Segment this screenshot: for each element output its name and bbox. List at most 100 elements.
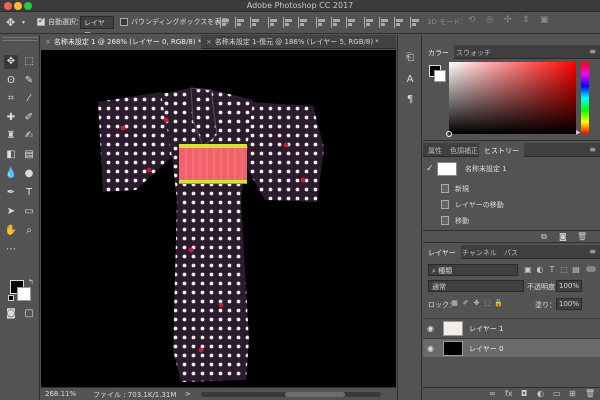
- auto-select-dropdown[interactable]: レイヤー: [80, 16, 114, 37]
- clone-stamp-tool-icon[interactable]: ♜: [4, 129, 18, 143]
- filter-shape-icon[interactable]: ⬚: [559, 265, 569, 275]
- distribute-top-icon[interactable]: [316, 17, 326, 28]
- lock-transparent-icon[interactable]: ▦: [450, 299, 459, 308]
- tab-properties[interactable]: 属性: [423, 143, 447, 157]
- color-spectrum-field[interactable]: [449, 62, 576, 134]
- blur-tool-icon[interactable]: 💧: [4, 167, 18, 181]
- delete-layer-icon[interactable]: 🗑: [585, 389, 595, 398]
- history-item[interactable]: レイヤーの移動: [423, 197, 600, 213]
- history-item[interactable]: 移動: [423, 213, 600, 229]
- paragraph-panel-icon[interactable]: ¶: [403, 93, 417, 107]
- quick-select-tool-icon[interactable]: ✎: [22, 74, 36, 88]
- 3d-orbit-icon[interactable]: ⟲: [468, 15, 476, 25]
- close-tab-icon[interactable]: ×: [45, 38, 51, 46]
- lock-position-icon[interactable]: ✥: [472, 299, 481, 308]
- new-group-icon[interactable]: ▭: [553, 389, 561, 398]
- opacity-field[interactable]: 100%: [556, 280, 582, 292]
- auto-select-checkbox[interactable]: [37, 16, 45, 26]
- panel-background-swatch[interactable]: [434, 70, 446, 82]
- tab-document-1[interactable]: × 名称未設定 1 @ 268% (レイヤー 0, RGB/8) *: [41, 35, 201, 49]
- align-top-icon[interactable]: [220, 17, 230, 28]
- history-source-brush-icon[interactable]: ✓: [426, 164, 434, 174]
- layer-name[interactable]: レイヤー 1: [469, 324, 503, 334]
- filter-adjustment-icon[interactable]: ◐: [535, 265, 545, 275]
- tab-adjustments[interactable]: 色調補正: [445, 143, 483, 157]
- screen-mode-icon[interactable]: ▢: [22, 307, 36, 321]
- toolbar-grip[interactable]: [2, 37, 38, 41]
- hue-slider-pointer-icon[interactable]: ▶: [576, 129, 581, 136]
- new-document-from-state-icon[interactable]: ⧉: [541, 232, 547, 242]
- close-tab-icon[interactable]: ×: [206, 38, 212, 46]
- 3d-pan-icon[interactable]: ✣: [504, 15, 512, 25]
- color-picker-cursor[interactable]: [446, 131, 452, 137]
- new-layer-icon[interactable]: ⊞: [569, 389, 576, 398]
- move-tool-icon[interactable]: ✥: [4, 55, 18, 69]
- distribute-hcenter-icon[interactable]: [379, 17, 389, 28]
- align-left-icon[interactable]: [268, 17, 278, 28]
- tab-document-2[interactable]: × 名称未設定 1-復元 @ 186% (レイヤー 5, RGB/8) *: [202, 35, 396, 49]
- character-panel-icon[interactable]: A: [403, 73, 417, 87]
- zoom-tool-icon[interactable]: ⌕: [22, 224, 36, 238]
- history-panel-icon[interactable]: ⎗: [403, 51, 417, 65]
- horizontal-scrollbar[interactable]: [201, 392, 381, 397]
- new-adjustment-layer-icon[interactable]: ◐: [537, 389, 544, 398]
- bounding-box-checkbox[interactable]: [120, 18, 128, 26]
- eraser-tool-icon[interactable]: ◧: [4, 148, 18, 162]
- panel-menu-icon[interactable]: ≡: [589, 247, 596, 256]
- rectangle-tool-icon[interactable]: ▭: [22, 205, 36, 219]
- default-colors-icon[interactable]: [8, 295, 14, 301]
- align-vcenter-icon[interactable]: [235, 17, 245, 28]
- brush-tool-icon[interactable]: ✐: [22, 111, 36, 125]
- type-tool-icon[interactable]: T: [22, 186, 36, 200]
- quick-mask-icon[interactable]: ◙: [4, 307, 18, 321]
- zoom-level[interactable]: 268.11%: [45, 390, 76, 398]
- layer-filter-kind-select[interactable]: ⌕ 種類: [428, 264, 518, 276]
- fill-field[interactable]: 100%: [556, 298, 582, 310]
- path-selection-tool-icon[interactable]: ➤: [4, 205, 18, 219]
- dodge-tool-icon[interactable]: ●: [22, 167, 36, 181]
- tab-color[interactable]: カラー: [423, 45, 454, 59]
- auto-align-icon[interactable]: [410, 17, 420, 28]
- marquee-tool-icon[interactable]: ⬚: [22, 55, 36, 69]
- create-snapshot-icon[interactable]: ◙: [559, 232, 567, 241]
- scrollbar-thumb[interactable]: [285, 392, 345, 397]
- pen-tool-icon[interactable]: ✒: [4, 186, 18, 200]
- filter-smart-object-icon[interactable]: ▤: [571, 265, 581, 275]
- history-brush-tool-icon[interactable]: ✍: [22, 129, 36, 143]
- hand-tool-icon[interactable]: ✋: [4, 224, 18, 238]
- lasso-tool-icon[interactable]: ʘ: [4, 74, 18, 88]
- layer-visibility-eye-icon[interactable]: ◉: [427, 324, 434, 333]
- lock-image-icon[interactable]: ✐: [461, 299, 470, 308]
- filter-pixel-icon[interactable]: ▣: [523, 265, 533, 275]
- align-right-icon[interactable]: [298, 17, 308, 28]
- swap-colors-icon[interactable]: ↰: [28, 278, 34, 286]
- eyedropper-tool-icon[interactable]: ⁄: [22, 92, 36, 106]
- more-tools-icon[interactable]: ⋯: [4, 243, 18, 257]
- hue-slider[interactable]: [581, 62, 589, 134]
- layer-row[interactable]: ◉ レイヤー 0: [423, 338, 600, 357]
- panel-menu-icon[interactable]: ≡: [589, 47, 596, 56]
- distribute-left-icon[interactable]: [364, 17, 374, 28]
- layer-filter-toggle[interactable]: [586, 266, 596, 272]
- filter-type-icon[interactable]: T: [547, 265, 557, 275]
- tab-history[interactable]: ヒストリー: [479, 143, 524, 157]
- tab-channels[interactable]: チャンネル: [457, 245, 502, 259]
- align-hcenter-icon[interactable]: [283, 17, 293, 28]
- blend-mode-select[interactable]: 通常: [428, 280, 524, 292]
- distribute-right-icon[interactable]: [394, 17, 404, 28]
- 3d-scale-icon[interactable]: ▣: [540, 15, 549, 25]
- background-color-swatch[interactable]: [17, 287, 31, 301]
- document-canvas[interactable]: [41, 50, 396, 387]
- tab-layers[interactable]: レイヤー: [423, 245, 461, 259]
- gradient-tool-icon[interactable]: ▤: [22, 148, 36, 162]
- layer-name[interactable]: レイヤー 0: [469, 344, 503, 354]
- layer-visibility-eye-icon[interactable]: ◉: [427, 344, 434, 353]
- tool-preset-chevron-icon[interactable]: ▾: [22, 19, 25, 26]
- layer-style-icon[interactable]: fx: [505, 389, 513, 398]
- align-bottom-icon[interactable]: [250, 17, 260, 28]
- status-menu-arrow-icon[interactable]: >: [185, 390, 191, 398]
- delete-state-icon[interactable]: 🗑: [577, 232, 587, 241]
- tab-paths[interactable]: パス: [499, 245, 523, 259]
- distribute-bottom-icon[interactable]: [346, 17, 356, 28]
- lock-artboard-icon[interactable]: ⬚: [483, 299, 492, 308]
